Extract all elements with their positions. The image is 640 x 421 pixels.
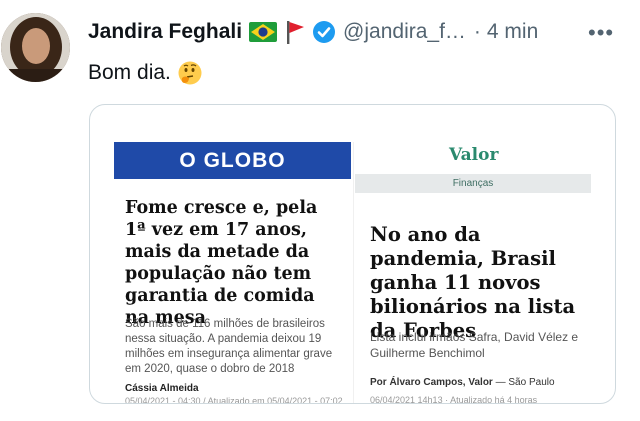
- author-handle[interactable]: @jandira_f…: [343, 20, 466, 44]
- tweet-text-content: Bom dia.: [88, 61, 171, 84]
- valor-author-location: — São Paulo: [492, 377, 555, 388]
- globo-date: 05/04/2021 - 04:30 / Atualizado em 05/04…: [125, 396, 343, 404]
- avatar-photo: [1, 13, 70, 82]
- tweet-text: Bom dia.: [88, 60, 203, 86]
- red-flag-icon: [284, 19, 306, 45]
- more-options-icon[interactable]: •••: [588, 20, 614, 46]
- thinking-face-icon: [177, 60, 203, 86]
- o-globo-logo: O GLOBO: [114, 142, 351, 179]
- card-divider: [353, 142, 354, 403]
- tweet-header: Jandira Feghali @jandira_f… · 4 min: [88, 18, 538, 46]
- globo-author: Cássia Almeida: [125, 383, 199, 394]
- verified-badge-icon: [312, 20, 336, 44]
- avatar[interactable]: [1, 13, 70, 82]
- valor-author-name: Por Álvaro Campos, Valor: [370, 377, 493, 388]
- valor-section-bar: Finanças: [355, 174, 591, 193]
- valor-author: Por Álvaro Campos, Valor — São Paulo: [370, 377, 555, 388]
- valor-summary: Lista inclui irmãos Safra, David Vélez e…: [370, 330, 579, 360]
- author-name[interactable]: Jandira Feghali: [88, 20, 242, 44]
- valor-logo: Valor: [449, 145, 499, 165]
- globo-headline: Fome cresce e, pela 1ª vez em 17 anos, m…: [125, 198, 318, 328]
- separator-dot: ·: [473, 20, 481, 43]
- brazil-flag-icon: [249, 22, 278, 42]
- valor-date: 06/04/2021 14h13 · Atualizado há 4 horas: [370, 395, 538, 404]
- valor-headline: No ano da pandemia, Brasil ganha 11 novo…: [370, 223, 576, 342]
- tweet-time[interactable]: 4 min: [487, 20, 538, 44]
- globo-summary: São mais de 116 milhões de brasileiros n…: [125, 318, 333, 375]
- image-card[interactable]: O GLOBO Fome cresce e, pela 1ª vez em 17…: [89, 104, 616, 404]
